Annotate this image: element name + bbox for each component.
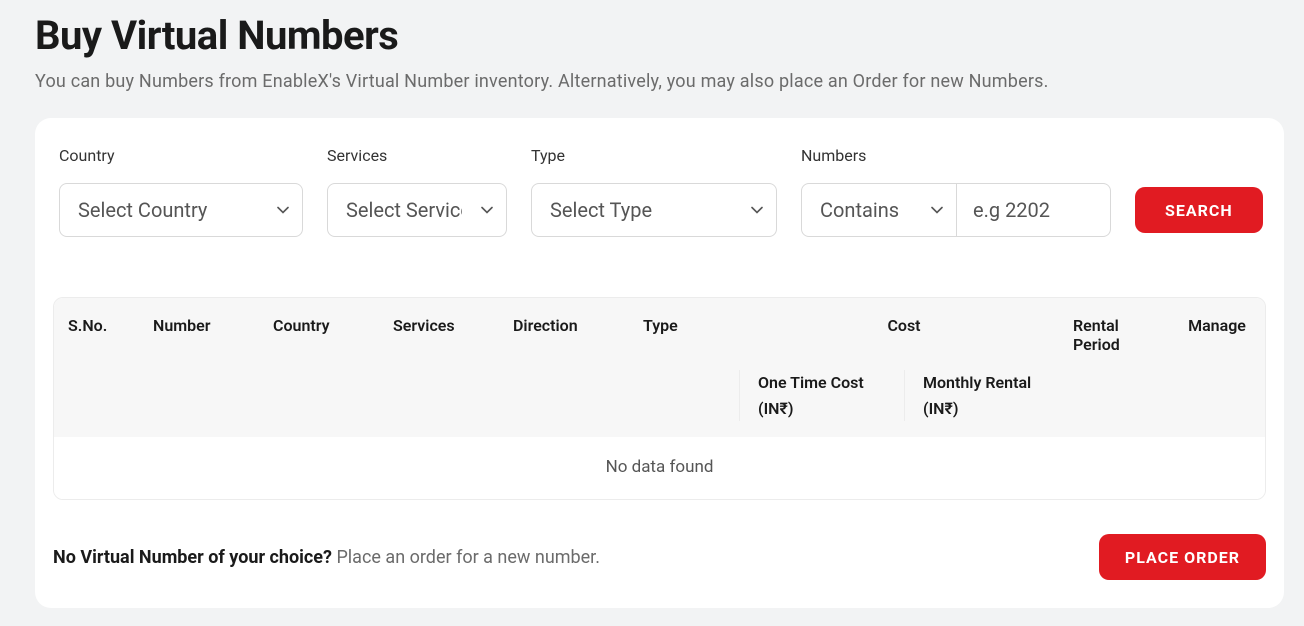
country-label: Country — [59, 146, 303, 165]
numbers-input[interactable] — [957, 183, 1111, 237]
main-card: Country Select Country Services Select S… — [35, 118, 1284, 608]
col-cost-onetime: One Time Cost (IN₹) — [739, 370, 904, 421]
page-title: Buy Virtual Numbers — [35, 12, 1304, 59]
col-cost: Cost — [739, 316, 1069, 335]
services-label: Services — [327, 146, 507, 165]
table-header: S.No. Number Country Services Direction … — [54, 298, 1265, 437]
col-sno: S.No. — [54, 316, 149, 335]
col-manage: Manage — [1169, 316, 1265, 335]
numbers-label: Numbers — [801, 146, 1111, 165]
filters-row: Country Select Country Services Select S… — [35, 146, 1284, 237]
table-empty-message: No data found — [54, 437, 1265, 499]
type-label: Type — [531, 146, 777, 165]
services-select[interactable]: Select Services — [327, 183, 507, 237]
numbers-filter: Numbers Contains — [801, 146, 1111, 237]
col-services: Services — [389, 316, 509, 335]
footer-text-bold: No Virtual Number of your choice? — [53, 547, 336, 568]
services-filter: Services Select Services — [327, 146, 507, 237]
place-order-button[interactable]: PLACE ORDER — [1099, 534, 1266, 580]
col-country: Country — [269, 316, 389, 335]
country-select[interactable]: Select Country — [59, 183, 303, 237]
footer-text-rest: Place an order for a new number. — [336, 547, 600, 568]
results-table: S.No. Number Country Services Direction … — [53, 297, 1266, 500]
search-button[interactable]: SEARCH — [1135, 187, 1263, 233]
country-filter: Country Select Country — [59, 146, 303, 237]
col-type: Type — [639, 316, 739, 335]
type-filter: Type Select Type — [531, 146, 777, 237]
col-direction: Direction — [509, 316, 639, 335]
col-cost-monthly: Monthly Rental (IN₹) — [904, 370, 1069, 421]
numbers-match-select[interactable]: Contains — [801, 183, 957, 237]
footer-text: No Virtual Number of your choice? Place … — [53, 547, 600, 568]
type-select[interactable]: Select Type — [531, 183, 777, 237]
col-rental-period: Rental Period — [1069, 316, 1169, 354]
footer-row: No Virtual Number of your choice? Place … — [53, 534, 1266, 580]
page-subtitle: You can buy Numbers from EnableX's Virtu… — [35, 71, 1304, 92]
col-number: Number — [149, 316, 269, 335]
